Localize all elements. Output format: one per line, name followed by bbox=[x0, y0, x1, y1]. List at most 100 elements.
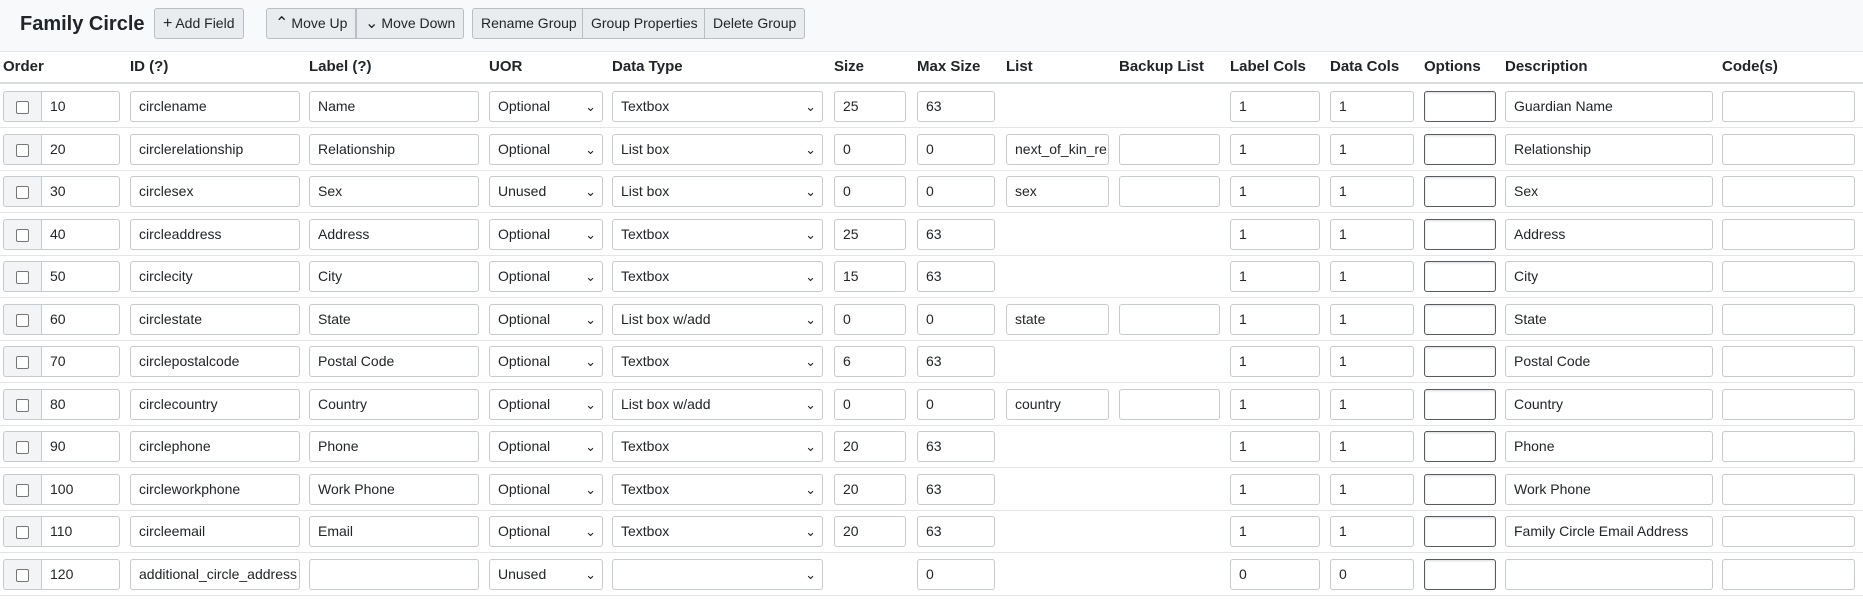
list-input[interactable]: next_of_kin_re bbox=[1006, 133, 1109, 165]
data-type-select[interactable]: List box w/add ⌄ bbox=[612, 388, 823, 420]
row-select-checkbox[interactable] bbox=[16, 143, 29, 157]
codes-input[interactable] bbox=[1722, 431, 1855, 462]
list-input[interactable]: country bbox=[1006, 388, 1109, 420]
size-input[interactable]: 25 bbox=[834, 91, 906, 122]
description-input[interactable]: State bbox=[1505, 303, 1713, 335]
description-input[interactable]: Address bbox=[1505, 218, 1713, 250]
options-button[interactable] bbox=[1424, 388, 1496, 420]
uor-select[interactable]: Optional ⌄ bbox=[489, 346, 603, 377]
data-cols-input[interactable]: 1 bbox=[1330, 91, 1414, 122]
id-input[interactable]: circlerelationship bbox=[130, 133, 300, 165]
row-select-checkbox[interactable] bbox=[16, 483, 29, 497]
row-select-checkbox[interactable] bbox=[16, 356, 29, 369]
max-size-input[interactable]: 0 bbox=[917, 558, 995, 590]
order-input[interactable]: 90 bbox=[41, 431, 120, 462]
uor-select[interactable]: Optional ⌄ bbox=[489, 261, 603, 292]
label-input[interactable]: Address bbox=[309, 218, 479, 250]
data-type-select[interactable]: Textbox ⌄ bbox=[612, 218, 823, 250]
row-select-checkbox[interactable] bbox=[16, 313, 29, 327]
data-cols-input[interactable]: 1 bbox=[1330, 431, 1414, 462]
order-input[interactable]: 60 bbox=[41, 303, 120, 335]
size-input[interactable]: 20 bbox=[834, 473, 906, 505]
max-size-input[interactable]: 0 bbox=[917, 388, 995, 420]
codes-input[interactable] bbox=[1722, 176, 1855, 207]
data-type-select[interactable]: List box ⌄ bbox=[612, 176, 823, 207]
codes-input[interactable] bbox=[1722, 261, 1855, 292]
label-input[interactable]: Country bbox=[309, 388, 479, 420]
codes-input[interactable] bbox=[1722, 346, 1855, 377]
label-input[interactable]: Name bbox=[309, 91, 479, 122]
label-input[interactable]: Phone bbox=[309, 431, 479, 462]
data-cols-input[interactable]: 1 bbox=[1330, 176, 1414, 207]
label-cols-input[interactable]: 1 bbox=[1230, 218, 1320, 250]
order-input[interactable]: 50 bbox=[41, 261, 120, 292]
size-input[interactable]: 0 bbox=[834, 388, 906, 420]
label-cols-input[interactable]: 1 bbox=[1230, 261, 1320, 292]
description-input[interactable]: Relationship bbox=[1505, 133, 1713, 165]
row-select-checkbox[interactable] bbox=[16, 271, 29, 284]
label-cols-input[interactable]: 1 bbox=[1230, 346, 1320, 377]
id-input[interactable]: circleemail bbox=[130, 516, 300, 547]
order-input[interactable]: 120 bbox=[41, 558, 120, 590]
options-button[interactable] bbox=[1424, 218, 1496, 250]
description-input[interactable] bbox=[1505, 558, 1713, 590]
uor-select[interactable]: Optional ⌄ bbox=[489, 388, 603, 420]
id-input[interactable]: circleaddress bbox=[130, 218, 300, 250]
label-cols-input[interactable]: 1 bbox=[1230, 431, 1320, 462]
id-input[interactable]: circlecountry bbox=[130, 388, 300, 420]
options-button[interactable] bbox=[1424, 473, 1496, 505]
id-input[interactable]: circlephone bbox=[130, 431, 300, 462]
label-cols-input[interactable]: 1 bbox=[1230, 133, 1320, 165]
data-type-select[interactable]: Textbox ⌄ bbox=[612, 346, 823, 377]
row-select-checkbox[interactable] bbox=[16, 101, 29, 114]
label-cols-input[interactable]: 1 bbox=[1230, 176, 1320, 207]
label-cols-input[interactable]: 0 bbox=[1230, 558, 1320, 590]
id-input[interactable]: circlecity bbox=[130, 261, 300, 292]
col-label[interactable]: Label (?) bbox=[309, 58, 372, 75]
order-input[interactable]: 80 bbox=[41, 388, 120, 420]
data-cols-input[interactable]: 0 bbox=[1330, 558, 1414, 590]
order-input[interactable]: 20 bbox=[41, 133, 120, 165]
uor-select[interactable]: Unused ⌄ bbox=[489, 558, 603, 590]
row-select-checkbox[interactable] bbox=[16, 186, 29, 199]
codes-input[interactable] bbox=[1722, 303, 1855, 335]
label-cols-input[interactable]: 1 bbox=[1230, 473, 1320, 505]
description-input[interactable]: City bbox=[1505, 261, 1713, 292]
rename-group-button[interactable]: Rename Group bbox=[472, 8, 586, 39]
size-input[interactable]: 20 bbox=[834, 516, 906, 547]
uor-select[interactable]: Optional ⌄ bbox=[489, 431, 603, 462]
data-type-select[interactable]: Textbox ⌄ bbox=[612, 473, 823, 505]
codes-input[interactable] bbox=[1722, 133, 1855, 165]
description-input[interactable]: Work Phone bbox=[1505, 473, 1713, 505]
uor-select[interactable]: Optional ⌄ bbox=[489, 473, 603, 505]
order-input[interactable]: 30 bbox=[41, 176, 120, 207]
id-input[interactable]: circlepostalcode bbox=[130, 346, 300, 377]
codes-input[interactable] bbox=[1722, 558, 1855, 590]
label-cols-input[interactable]: 1 bbox=[1230, 91, 1320, 122]
order-input[interactable]: 110 bbox=[41, 516, 120, 547]
row-select-checkbox[interactable] bbox=[16, 568, 29, 582]
description-input[interactable]: Family Circle Email Address bbox=[1505, 516, 1713, 547]
order-input[interactable]: 40 bbox=[41, 218, 120, 250]
backup-list-input[interactable] bbox=[1119, 388, 1220, 420]
data-type-select[interactable]: ⌄ bbox=[612, 558, 823, 590]
max-size-input[interactable]: 63 bbox=[917, 218, 995, 250]
data-cols-input[interactable]: 1 bbox=[1330, 346, 1414, 377]
codes-input[interactable] bbox=[1722, 388, 1855, 420]
max-size-input[interactable]: 63 bbox=[917, 431, 995, 462]
max-size-input[interactable]: 63 bbox=[917, 91, 995, 122]
delete-group-button[interactable]: Delete Group bbox=[704, 8, 806, 39]
list-input[interactable]: state bbox=[1006, 303, 1109, 335]
codes-input[interactable] bbox=[1722, 218, 1855, 250]
description-input[interactable]: Guardian Name bbox=[1505, 91, 1713, 122]
data-cols-input[interactable]: 1 bbox=[1330, 473, 1414, 505]
max-size-input[interactable]: 63 bbox=[917, 473, 995, 505]
add-field-button[interactable]: + Add Field bbox=[154, 8, 244, 39]
options-button[interactable] bbox=[1424, 176, 1496, 207]
data-type-select[interactable]: Textbox ⌄ bbox=[612, 431, 823, 462]
max-size-input[interactable]: 63 bbox=[917, 346, 995, 377]
label-input[interactable]: State bbox=[309, 303, 479, 335]
label-input[interactable]: City bbox=[309, 261, 479, 292]
uor-select[interactable]: Optional ⌄ bbox=[489, 218, 603, 250]
max-size-input[interactable]: 0 bbox=[917, 176, 995, 207]
